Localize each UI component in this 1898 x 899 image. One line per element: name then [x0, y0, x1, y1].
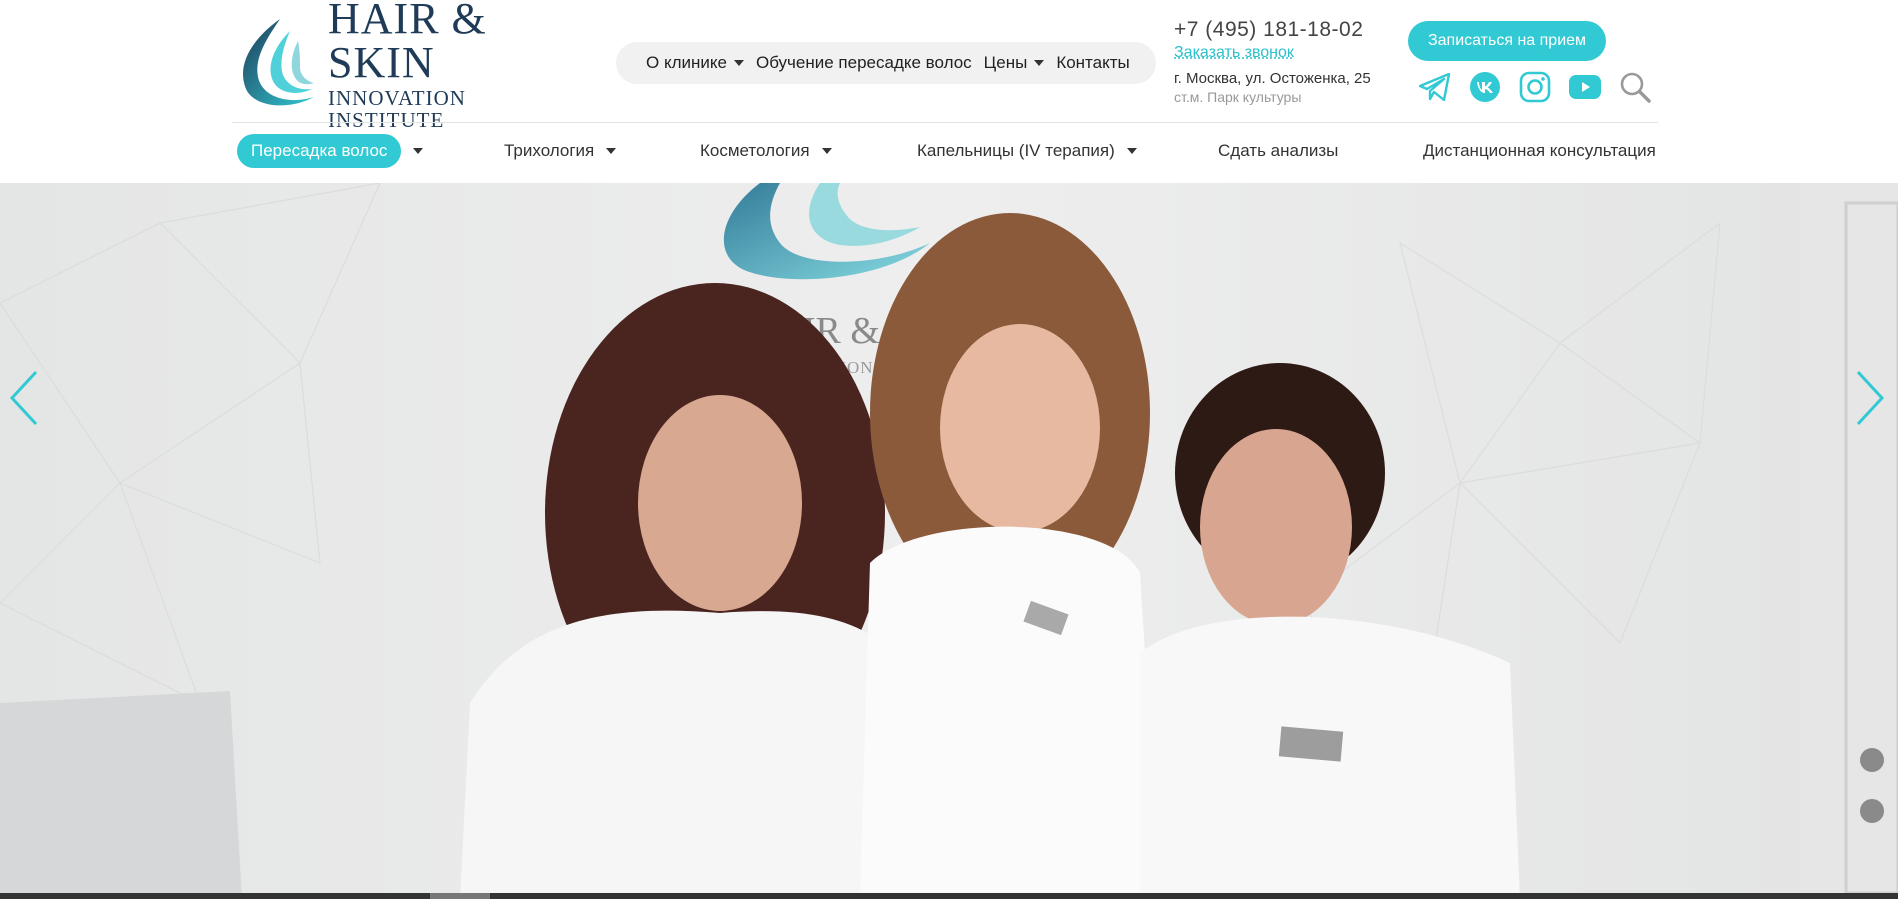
social-links [1418, 70, 1652, 104]
main-nav-item-hair-transplant[interactable]: Пересадка волос [237, 134, 424, 168]
logo-swirl-icon [243, 19, 314, 106]
chevron-right-icon [1856, 370, 1885, 426]
top-nav-label: Цены [983, 53, 1028, 72]
slider-prev-arrow[interactable] [6, 368, 42, 428]
phone-number[interactable]: +7 (495) 181-18-02 [1174, 18, 1394, 42]
page: HAIR & SKIN INNOVATION INSTITUTE О клини… [0, 0, 1898, 899]
main-nav-item-cosmetology[interactable]: Косметология [700, 134, 832, 168]
logo-text: HAIR & SKIN INNOVATION INSTITUTE [328, 0, 572, 131]
caret-down-icon [821, 148, 832, 154]
main-nav: Пересадка волос Трихология Косметология … [232, 134, 1658, 170]
caret-down-icon [1034, 60, 1045, 66]
youtube-icon[interactable] [1568, 70, 1602, 104]
top-nav: О клинике Обучение пересадке волос Цены … [616, 42, 1156, 84]
caret-down-icon[interactable] [413, 148, 424, 154]
slider-progress-indicator [430, 893, 490, 899]
top-nav-label: Обучение пересадке волос [755, 53, 972, 72]
search-icon[interactable] [1618, 70, 1652, 104]
caret-down-icon [733, 60, 744, 66]
main-nav-label: Капельницы (IV терапия) [917, 141, 1115, 160]
vk-icon[interactable] [1468, 70, 1502, 104]
caret-down-icon [606, 148, 617, 154]
slider-next-arrow[interactable] [1852, 368, 1888, 428]
address: г. Москва, ул. Остоженка, 25 [1174, 70, 1371, 87]
main-nav-label: Сдать анализы [1218, 141, 1339, 160]
site-header: HAIR & SKIN INNOVATION INSTITUTE О клини… [0, 0, 1898, 183]
logo-subtitle: INNOVATION INSTITUTE [328, 86, 466, 132]
callback-link[interactable]: Заказать звонок [1174, 44, 1394, 62]
top-nav-label: О клинике [646, 53, 727, 72]
main-nav-label: Пересадка волос [237, 134, 402, 168]
main-nav-label: Трихология [504, 141, 595, 160]
metro-station: ст.м. Парк культуры [1174, 89, 1302, 105]
header-divider [232, 122, 1658, 123]
main-nav-item-iv-therapy[interactable]: Капельницы (IV терапия) [917, 134, 1137, 168]
instagram-icon[interactable] [1518, 70, 1552, 104]
chevron-left-icon [9, 370, 38, 426]
main-nav-label: Дистанционная консультация [1423, 141, 1656, 160]
contact-block: +7 (495) 181-18-02 Заказать звонок г. Мо… [1174, 18, 1394, 105]
main-nav-item-trichology[interactable]: Трихология [504, 134, 617, 168]
hero-photo: HAIR & SKIN INNOVATION INSTITUTE [0, 183, 1898, 899]
main-nav-label: Косметология [700, 141, 810, 160]
main-nav-item-remote-consultation[interactable]: Дистанционная консультация [1423, 134, 1656, 168]
top-nav-item-contacts[interactable]: Контакты [1056, 53, 1129, 73]
top-nav-item-about[interactable]: О клинике [646, 53, 744, 73]
main-nav-item-lab-tests[interactable]: Сдать анализы [1218, 134, 1338, 168]
top-nav-item-training[interactable]: Обучение пересадке волос [756, 53, 972, 73]
caret-down-icon [1126, 148, 1137, 154]
top-nav-item-prices[interactable]: Цены [984, 53, 1045, 73]
telegram-icon[interactable] [1418, 70, 1452, 104]
hero-slider: HAIR & SKIN INNOVATION INSTITUTE [0, 183, 1898, 899]
site-logo[interactable]: HAIR & SKIN INNOVATION INSTITUTE [232, 0, 572, 131]
top-nav-label: Контакты [1056, 53, 1130, 72]
slider-progress-bar [0, 893, 1898, 899]
book-appointment-button[interactable]: Записаться на прием [1408, 21, 1606, 61]
logo-title: HAIR & SKIN [328, 0, 487, 87]
